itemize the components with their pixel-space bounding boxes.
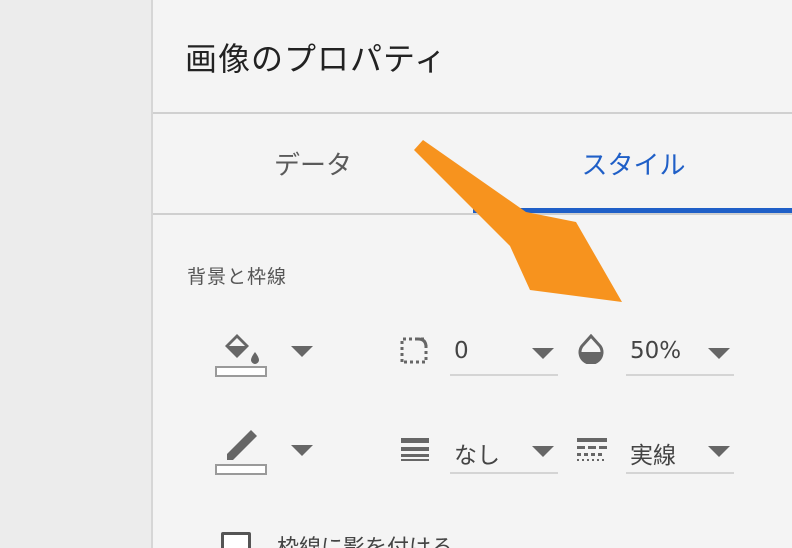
line-style-icon: [577, 436, 607, 462]
chevron-down-icon: [708, 446, 730, 457]
border-radius-select[interactable]: 0: [450, 332, 558, 376]
shadow-checkbox[interactable]: [221, 532, 251, 548]
fill-color-swatch[interactable]: [215, 366, 267, 377]
chevron-down-icon: [532, 348, 554, 359]
opacity-icon: [577, 333, 605, 365]
tab-data[interactable]: データ: [153, 112, 473, 214]
border-style-select[interactable]: 実線: [626, 430, 734, 474]
shadow-checkbox-label: 枠線に影を付ける: [277, 530, 453, 548]
tab-data-label: データ: [273, 150, 352, 181]
border-radius-icon: [399, 336, 429, 364]
chevron-down-icon: [708, 348, 730, 359]
divider: [153, 213, 792, 215]
panel-title: 画像のプロパティ: [185, 40, 448, 78]
fill-bucket-icon[interactable]: [219, 330, 265, 366]
border-color-dropdown[interactable]: [291, 445, 313, 456]
properties-panel: 画像のプロパティ データ スタイル 背景と枠線 0 50% なし 実線: [151, 0, 792, 548]
opacity-select[interactable]: 50%: [626, 332, 734, 376]
tab-style-label: スタイル: [581, 150, 686, 181]
tab-style[interactable]: スタイル: [473, 112, 792, 214]
canvas-area: [0, 0, 151, 548]
line-weight-icon: [401, 436, 429, 462]
fill-color-dropdown[interactable]: [291, 346, 313, 357]
chevron-down-icon: [532, 446, 554, 457]
border-weight-select[interactable]: なし: [450, 430, 558, 474]
pen-icon[interactable]: [219, 428, 265, 464]
border-color-swatch[interactable]: [215, 464, 267, 475]
border-radius-value: 0: [454, 338, 469, 364]
border-style-value: 実線: [630, 443, 676, 469]
section-label: 背景と枠線: [187, 266, 288, 288]
opacity-value: 50%: [630, 338, 682, 364]
border-weight-value: なし: [454, 443, 500, 469]
